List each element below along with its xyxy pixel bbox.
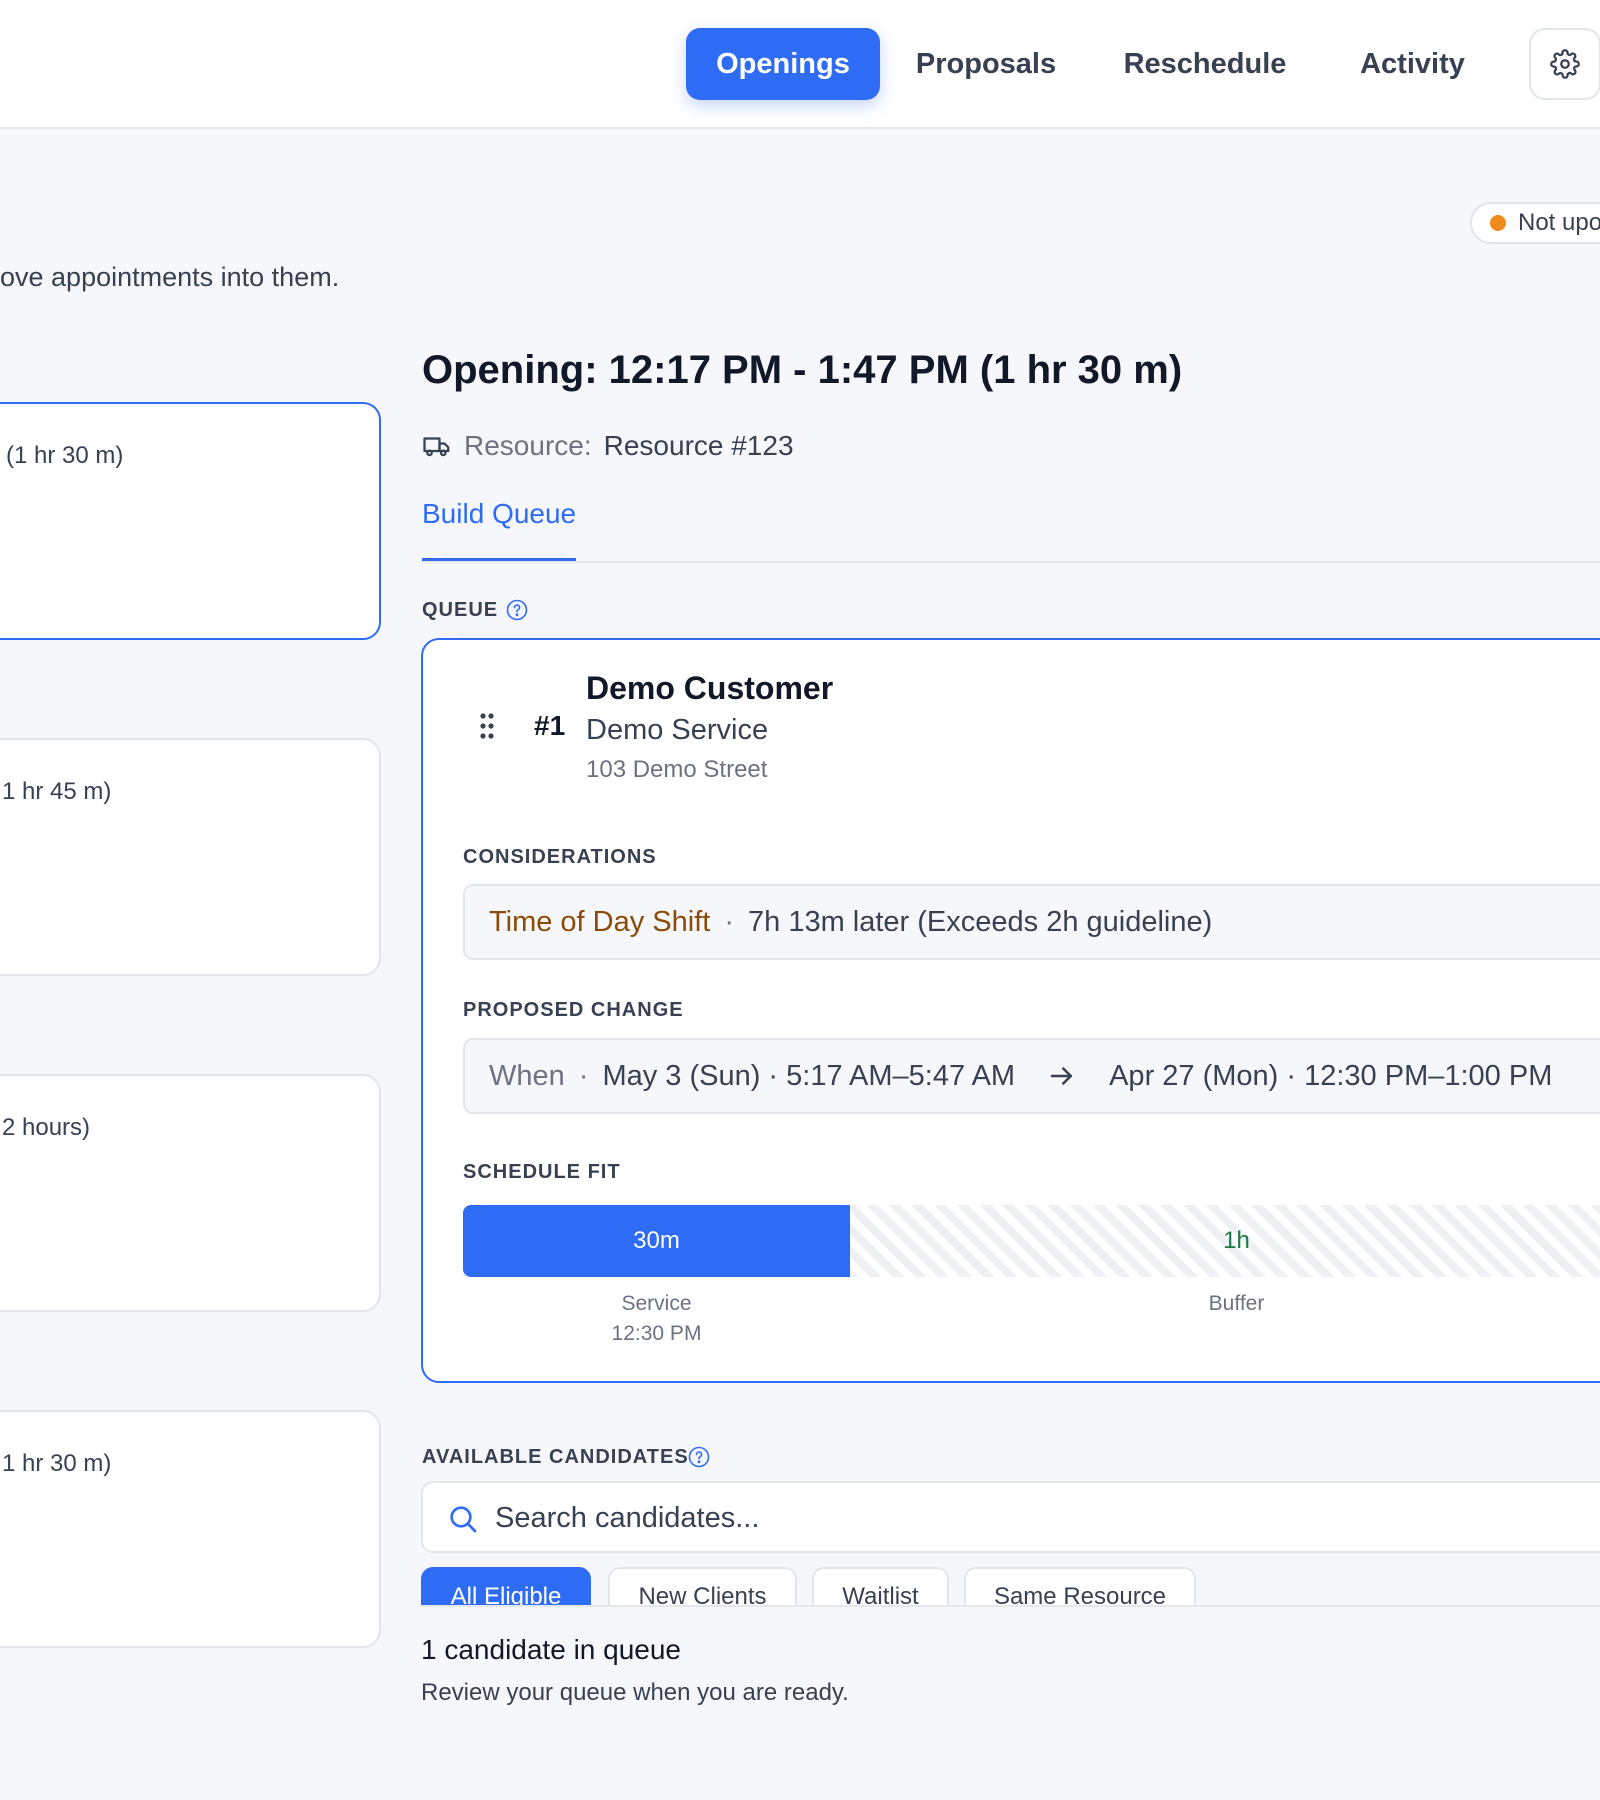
tab-reschedule[interactable]: Reschedule — [1115, 28, 1295, 100]
status-label: Not upo — [1518, 209, 1600, 236]
candidates-section-label: AVAILABLE CANDIDATES — [422, 1446, 689, 1468]
schedule-fit-bar: 30m 1h — [463, 1205, 1600, 1277]
customer-name: Demo Customer — [586, 670, 834, 706]
status-dot — [1490, 215, 1506, 231]
opening-card[interactable]: 1 hr 45 m) — [0, 738, 381, 976]
top-nav-bar: Openings Proposals Reschedule Activity — [0, 0, 1600, 129]
opening-duration: 1 hr 45 m) — [2, 778, 112, 805]
filter-waitlist[interactable]: Waitlist — [812, 1567, 949, 1605]
change-from: May 3 (Sun) · 5:17 AM–5:47 AM — [602, 1059, 1016, 1092]
queue-count: 1 candidate in queue — [421, 1634, 681, 1665]
opening-duration: 1 hr 30 m) — [2, 1450, 112, 1477]
customer-address: 103 Demo Street — [586, 756, 768, 783]
change-field: When — [489, 1059, 565, 1092]
candidate-search[interactable] — [421, 1481, 1600, 1553]
buffer-duration: 1h — [1223, 1227, 1250, 1254]
separator: · — [724, 905, 734, 938]
queue-item-card[interactable]: #1 Demo Customer Demo Service 103 Demo S… — [421, 638, 1600, 1383]
question-circle-icon[interactable] — [687, 1445, 711, 1469]
page-subtitle: ove appointments into them. — [0, 262, 340, 292]
opening-card[interactable]: 2 hours) — [0, 1074, 381, 1312]
opening-duration: 2 hours) — [2, 1114, 91, 1141]
search-input[interactable] — [495, 1493, 1595, 1543]
customer-service: Demo Service — [586, 714, 769, 746]
consideration-detail: 7h 13m later (Exceeds 2h guideline) — [748, 905, 1213, 938]
drag-handle-icon[interactable] — [479, 712, 495, 740]
tab-activity[interactable]: Activity — [1340, 28, 1485, 100]
opening-duration: (1 hr 30 m) — [6, 442, 124, 469]
opening-card[interactable]: 1 hr 30 m) — [0, 1410, 381, 1648]
service-duration: 30m — [633, 1227, 680, 1254]
arrow-right-icon — [1050, 1067, 1073, 1085]
queue-section-label: QUEUE — [422, 599, 499, 621]
search-icon — [450, 1506, 477, 1533]
change-to: Apr 27 (Mon) · 12:30 PM–1:00 PM — [1109, 1059, 1553, 1092]
proposed-change-label: PROPOSED CHANGE — [463, 999, 684, 1021]
resource-value: Resource #123 — [603, 430, 794, 461]
filter-all-eligible[interactable]: All Eligible — [421, 1567, 591, 1605]
buffer-caption: Buffer — [1208, 1292, 1265, 1315]
sync-status-badge: Not upo — [1470, 202, 1600, 244]
considerations-label: CONSIDERATIONS — [463, 846, 657, 868]
schedule-fit-label: SCHEDULE FIT — [463, 1161, 621, 1183]
proposed-change-box: When · May 3 (Sun) · 5:17 AM–5:47 AM Apr… — [463, 1038, 1600, 1114]
consideration-box: Time of Day Shift · 7h 13m later (Exceed… — [463, 884, 1600, 960]
separator: · — [578, 1059, 589, 1092]
tab-proposals[interactable]: Proposals — [905, 28, 1067, 100]
question-circle-icon[interactable] — [505, 598, 529, 622]
queue-rank: #1 — [534, 710, 566, 741]
candidate-filters: All Eligible New Clients Waitlist Same R… — [421, 1567, 1600, 1607]
truck-icon — [423, 437, 450, 457]
detail-tabs: Build Queue — [422, 490, 1600, 563]
service-start-time: 12:30 PM — [611, 1322, 702, 1345]
tab-openings[interactable]: Openings — [686, 28, 880, 100]
resource-line: Resource: Resource #123 — [422, 428, 794, 464]
opening-title: Opening: 12:17 PM - 1:47 PM (1 hr 30 m) — [422, 348, 1183, 392]
resource-label: Resource: — [464, 430, 592, 461]
service-segment: 30m — [463, 1205, 850, 1277]
queue-hint: Review your queue when you are ready. — [421, 1679, 849, 1706]
opening-card[interactable]: (1 hr 30 m) — [0, 402, 381, 640]
filter-same-resource[interactable]: Same Resource — [964, 1567, 1196, 1605]
consideration-type: Time of Day Shift — [489, 905, 711, 938]
filter-new-clients[interactable]: New Clients — [608, 1567, 797, 1605]
service-caption: Service 12:30 PM — [597, 1292, 717, 1346]
gear-icon — [1550, 49, 1580, 79]
tab-build-queue[interactable]: Build Queue — [422, 498, 577, 561]
settings-button[interactable] — [1529, 28, 1600, 100]
buffer-segment: 1h — [850, 1205, 1600, 1277]
service-caption-label: Service — [621, 1292, 692, 1315]
